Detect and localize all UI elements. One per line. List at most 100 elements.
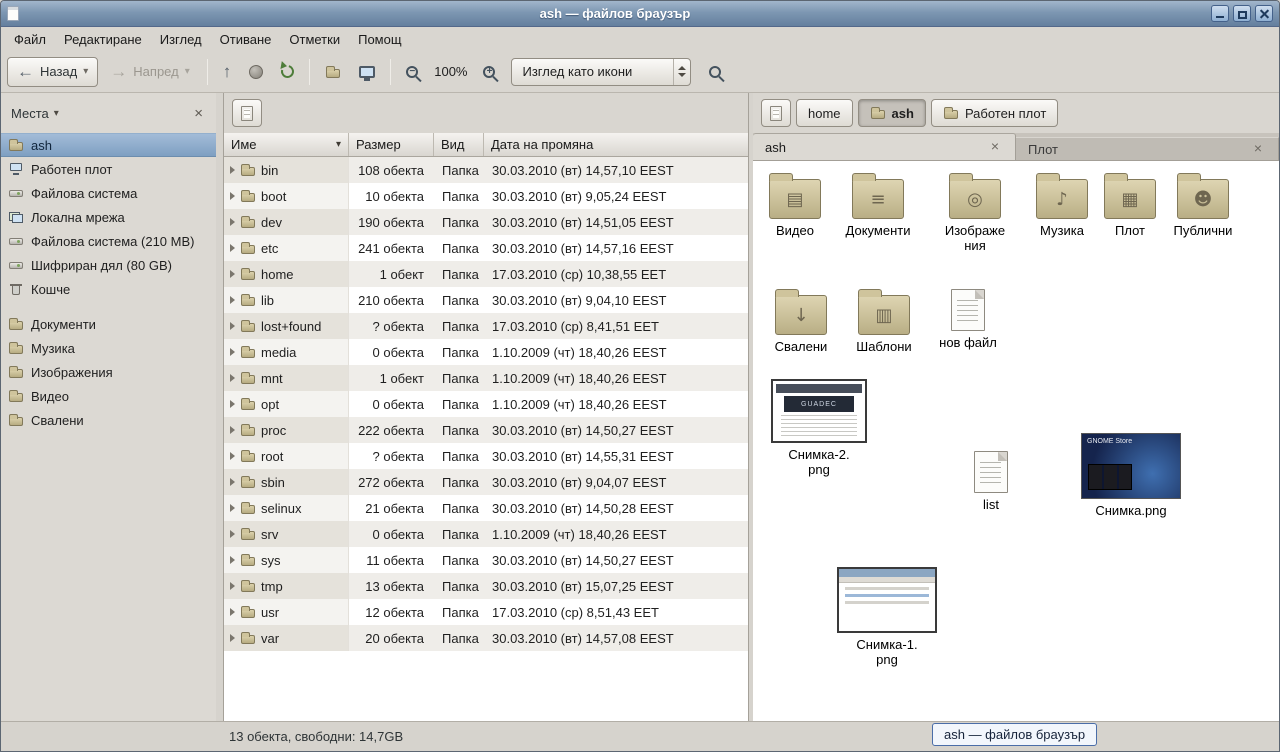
expander-icon[interactable] (230, 400, 235, 408)
table-row[interactable]: sbin 272 обекта Папка 30.03.2010 (вт) 9,… (224, 469, 748, 495)
sidebar-item[interactable]: Файлова система (210 MB) (1, 229, 216, 253)
breadcrumb-ash[interactable]: ash (858, 99, 926, 127)
table-row[interactable]: usr 12 обекта Папка 17.03.2010 (ср) 8,51… (224, 599, 748, 625)
table-row[interactable]: var 20 обекта Папка 30.03.2010 (вт) 14,5… (224, 625, 748, 651)
column-header-size[interactable]: Размер (349, 133, 434, 156)
file-item-new-file[interactable]: нов файл (926, 285, 1010, 351)
sidebar-pane-selector[interactable]: Места (11, 106, 49, 121)
sidebar-item[interactable]: Музика (1, 336, 216, 360)
sidebar-item[interactable]: Локална мрежа (1, 205, 216, 229)
spinner-arrows-icon[interactable] (673, 59, 690, 85)
sidebar-close-icon[interactable]: × (191, 105, 206, 122)
folder-item-documents[interactable]: ≡ Документи (836, 171, 920, 239)
expander-icon[interactable] (230, 608, 235, 616)
table-row[interactable]: lost+found ? обекта Папка 17.03.2010 (ср… (224, 313, 748, 339)
tab-close-icon[interactable]: × (1250, 141, 1266, 157)
folder-item-desktop[interactable]: ▦ Плот (1088, 171, 1172, 239)
folder-item-templates[interactable]: ▥ Шаблони (842, 287, 926, 355)
computer-button[interactable] (351, 57, 383, 87)
forward-button[interactable]: → Напред ▾ (100, 57, 199, 87)
breadcrumb-home[interactable]: home (796, 99, 853, 127)
table-row[interactable]: opt 0 обекта Папка 1.10.2009 (чт) 18,40,… (224, 391, 748, 417)
expander-icon[interactable] (230, 348, 235, 356)
menu-item[interactable]: Изглед (151, 29, 211, 50)
tab-ash[interactable]: ash × (753, 133, 1016, 160)
sidebar-item[interactable]: Работен плот (1, 157, 216, 181)
image-item-snimka[interactable]: GNOME Store Снимка.png (1079, 433, 1183, 519)
table-row[interactable]: media 0 обекта Папка 1.10.2009 (чт) 18,4… (224, 339, 748, 365)
expander-icon[interactable] (230, 556, 235, 564)
sidebar-item[interactable]: Документи (1, 312, 216, 336)
menu-item[interactable]: Отметки (280, 29, 349, 50)
image-item-snimka-2[interactable]: GUADEC Снимка-2.png (769, 379, 869, 478)
expander-icon[interactable] (230, 426, 235, 434)
expander-icon[interactable] (230, 218, 235, 226)
expander-icon[interactable] (230, 452, 235, 460)
menu-item[interactable]: Редактиране (55, 29, 151, 50)
expander-icon[interactable] (230, 270, 235, 278)
column-header-modified[interactable]: Дата на промяна (484, 133, 748, 156)
sidebar-item[interactable]: ash (1, 133, 216, 157)
maximize-button[interactable] (1233, 5, 1251, 22)
up-button[interactable]: ↑ (215, 57, 240, 87)
expander-icon[interactable] (230, 530, 235, 538)
chevron-down-icon[interactable]: ▾ (54, 108, 59, 119)
sidebar-item[interactable]: Видео (1, 384, 216, 408)
view-mode-select[interactable]: Изглед като икони (511, 58, 691, 86)
table-row[interactable]: selinux 21 обекта Папка 30.03.2010 (вт) … (224, 495, 748, 521)
home-button[interactable] (317, 57, 349, 87)
table-row[interactable]: bin 108 обекта Папка 30.03.2010 (вт) 14,… (224, 157, 748, 183)
expander-icon[interactable] (230, 244, 235, 252)
table-row[interactable]: proc 222 обекта Папка 30.03.2010 (вт) 14… (224, 417, 748, 443)
back-button[interactable]: ← Назад ▾ (7, 57, 98, 87)
close-button[interactable] (1255, 5, 1273, 22)
table-row[interactable]: mnt 1 обект Папка 1.10.2009 (чт) 18,40,2… (224, 365, 748, 391)
menu-item[interactable]: Файл (5, 29, 55, 50)
minimize-button[interactable] (1211, 5, 1229, 22)
tab-desktop[interactable]: Плот × (1016, 137, 1279, 160)
table-row[interactable]: sys 11 обекта Папка 30.03.2010 (вт) 14,5… (224, 547, 748, 573)
expander-icon[interactable] (230, 634, 235, 642)
location-toggle-button[interactable] (232, 99, 262, 127)
zoom-in-button[interactable] (475, 57, 503, 87)
menu-item[interactable]: Отиване (211, 29, 281, 50)
expander-icon[interactable] (230, 582, 235, 590)
expander-icon[interactable] (230, 192, 235, 200)
column-header-type[interactable]: Вид (434, 133, 484, 156)
stop-button[interactable] (241, 57, 271, 87)
expander-icon[interactable] (230, 166, 235, 174)
sidebar-item[interactable]: Кошче (1, 277, 216, 301)
reload-button[interactable] (273, 57, 302, 87)
file-item-list[interactable]: list (949, 447, 1033, 513)
image-item-snimka-1[interactable]: Снимка-1.png (837, 567, 937, 668)
breadcrumb-desktop[interactable]: Работен плот (931, 99, 1058, 127)
folder-item-video[interactable]: ▤ Видео (753, 171, 837, 239)
expander-icon[interactable] (230, 322, 235, 330)
expander-icon[interactable] (230, 296, 235, 304)
sidebar-item[interactable]: Свалени (1, 408, 216, 432)
table-row[interactable]: boot 10 обекта Папка 30.03.2010 (вт) 9,0… (224, 183, 748, 209)
expander-icon[interactable] (230, 374, 235, 382)
sidebar-splitter[interactable] (216, 93, 223, 721)
table-row[interactable]: root ? обекта Папка 30.03.2010 (вт) 14,5… (224, 443, 748, 469)
tab-close-icon[interactable]: × (987, 139, 1003, 155)
column-header-name[interactable]: Име ▾ (224, 133, 349, 156)
zoom-out-button[interactable] (398, 57, 426, 87)
table-row[interactable]: home 1 обект Папка 17.03.2010 (ср) 10,38… (224, 261, 748, 287)
table-row[interactable]: lib 210 обекта Папка 30.03.2010 (вт) 9,0… (224, 287, 748, 313)
expander-icon[interactable] (230, 478, 235, 486)
folder-item-downloads[interactable]: ↓ Свалени (759, 287, 843, 355)
pathbar-root-button[interactable] (761, 99, 791, 127)
icon-view[interactable]: ▤ Видео ≡ Документи ◎ Изображения ♪ Музи… (753, 161, 1279, 721)
folder-item-images[interactable]: ◎ Изображения (933, 171, 1017, 254)
table-row[interactable]: dev 190 обекта Папка 30.03.2010 (вт) 14,… (224, 209, 748, 235)
table-row[interactable]: tmp 13 обекта Папка 30.03.2010 (вт) 15,0… (224, 573, 748, 599)
sidebar-item[interactable]: Изображения (1, 360, 216, 384)
search-button[interactable] (701, 57, 729, 87)
sidebar-item[interactable]: Шифриран дял (80 GB) (1, 253, 216, 277)
folder-item-public[interactable]: ☻ Публични (1161, 171, 1245, 239)
menu-item[interactable]: Помощ (349, 29, 410, 50)
titlebar[interactable]: ash — файлов браузър (1, 1, 1279, 27)
table-row[interactable]: etc 241 обекта Папка 30.03.2010 (вт) 14,… (224, 235, 748, 261)
expander-icon[interactable] (230, 504, 235, 512)
